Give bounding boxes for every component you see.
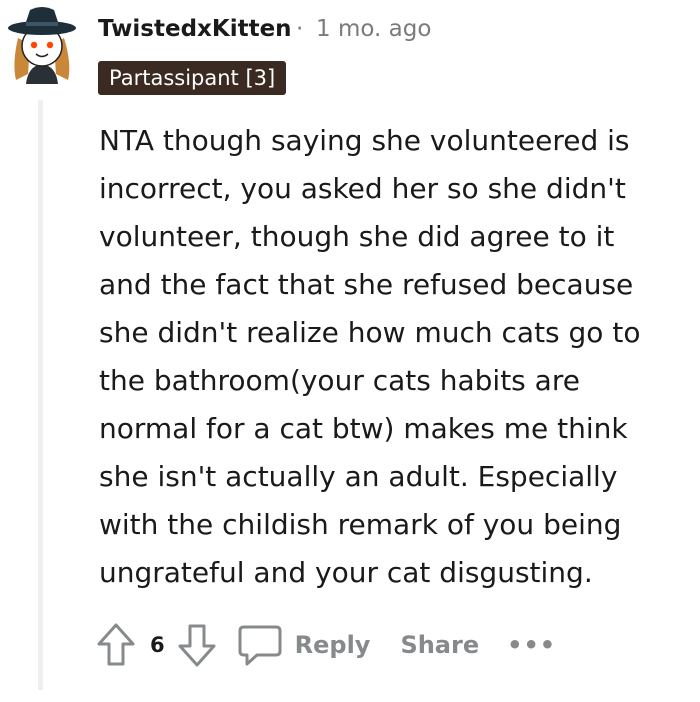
user-flair: Partassipant [3] (98, 61, 287, 95)
thread-line[interactable] (38, 100, 43, 690)
comment-body: NTA though saying she volunteered is inc… (99, 124, 641, 589)
avatar[interactable] (6, 4, 80, 84)
timestamp[interactable]: 1 mo. ago (316, 16, 431, 42)
share-button[interactable]: Share (400, 631, 479, 659)
separator-dot: · (296, 16, 304, 42)
ellipsis-icon[interactable]: ••• (507, 631, 556, 659)
reply-label: Reply (294, 631, 371, 659)
downvote-arrow-icon[interactable] (177, 622, 217, 668)
comment-actions: 6 Reply Share ••• (96, 620, 556, 670)
reply-button[interactable]: Reply (237, 623, 371, 667)
upvote-arrow-icon[interactable] (96, 622, 136, 668)
avatar-image (8, 7, 76, 84)
vote-count: 6 (150, 633, 165, 657)
speech-bubble-icon (237, 623, 283, 667)
username[interactable]: TwistedxKitten (98, 16, 292, 42)
